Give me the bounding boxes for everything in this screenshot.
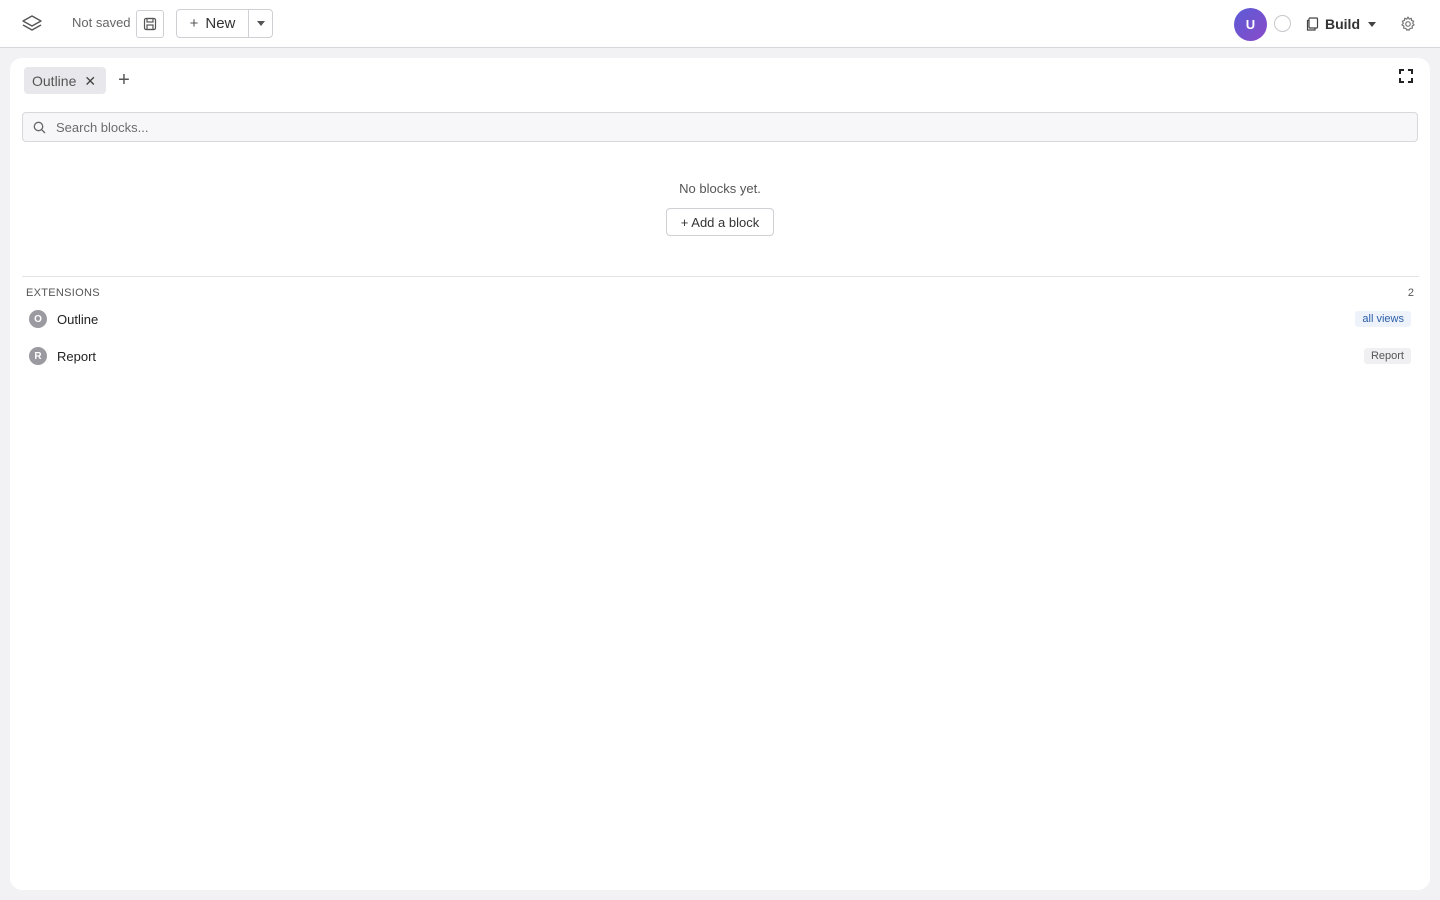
new-button-label: New — [205, 15, 236, 32]
blocks-panel: Outline ✕ + No blocks yet. + Add a block… — [10, 58, 1430, 890]
new-button[interactable]: + New — [176, 9, 249, 38]
layers-icon[interactable] — [19, 12, 45, 36]
plus-icon: + — [118, 68, 130, 91]
plus-icon: + — [189, 15, 199, 32]
add-tab-button[interactable]: + — [114, 69, 134, 91]
add-block-button[interactable]: + Add a block — [666, 208, 774, 236]
extension-scope-badge: Report — [1363, 348, 1411, 364]
search-box — [22, 112, 1418, 142]
close-icon[interactable]: ✕ — [84, 74, 96, 88]
search-icon — [33, 121, 46, 134]
tab-outline[interactable]: Outline ✕ — [24, 67, 107, 94]
status-indicator-icon[interactable] — [1274, 15, 1291, 32]
user-avatar[interactable]: U — [1234, 8, 1267, 41]
extension-item-report[interactable]: R Report Report — [22, 341, 1419, 371]
new-dropdown-button[interactable] — [248, 9, 273, 38]
empty-state-message: No blocks yet. — [679, 181, 761, 196]
extension-letter-icon: O — [29, 310, 47, 328]
extensions-count: 2 — [1407, 287, 1414, 299]
save-button[interactable] — [136, 10, 164, 38]
extension-item-outline[interactable]: O Outline all views — [22, 304, 1419, 334]
fullscreen-icon[interactable] — [1399, 69, 1415, 85]
gear-icon[interactable] — [1398, 14, 1418, 34]
build-mode-button[interactable]: Build — [1306, 12, 1376, 36]
search-input[interactable] — [54, 118, 1394, 136]
caret-down-icon — [256, 21, 265, 26]
extension-name: Outline — [57, 311, 99, 327]
extensions-header: EXTENSIONS — [26, 287, 100, 299]
extension-scope-badge: all views — [1355, 311, 1411, 327]
caret-down-icon — [1368, 21, 1376, 27]
tab-label: Outline — [32, 72, 77, 89]
copy-icon — [1306, 17, 1319, 31]
extension-name: Report — [57, 348, 97, 364]
section-divider — [22, 276, 1419, 277]
save-icon — [143, 17, 157, 31]
extension-letter-icon: R — [29, 347, 47, 365]
build-mode-label: Build — [1325, 16, 1360, 32]
top-bar: Not saved + New U Build — [0, 0, 1440, 48]
save-status-text: Not saved — [72, 15, 131, 30]
